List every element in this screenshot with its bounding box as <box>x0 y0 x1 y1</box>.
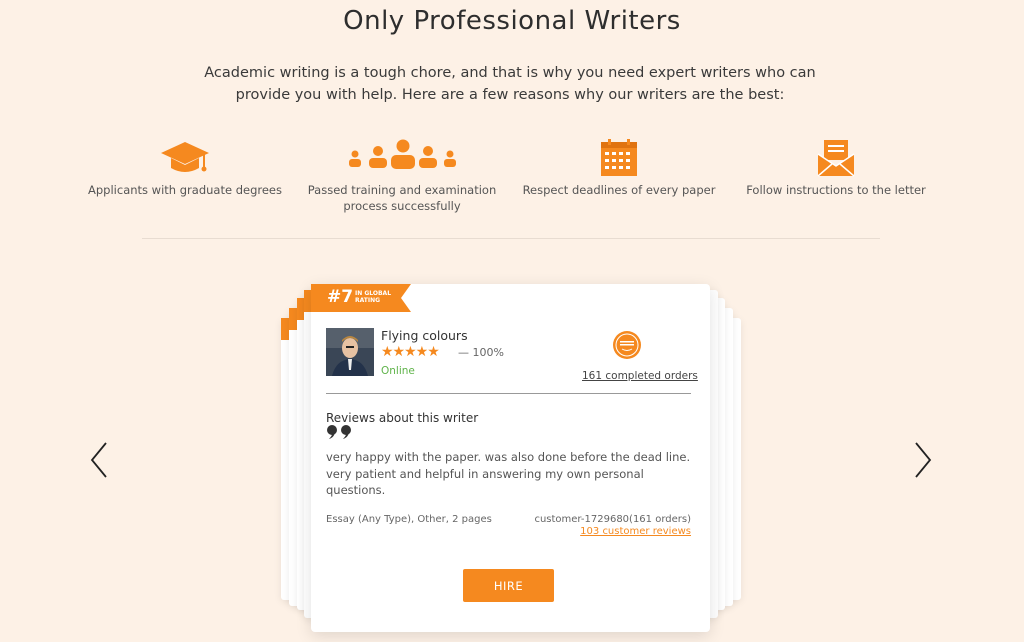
section-intro: Academic writing is a tough chore, and t… <box>204 65 816 103</box>
completed-orders-link[interactable]: 161 completed orders <box>582 370 698 382</box>
card-separator <box>326 393 691 394</box>
feature-label: Applicants with graduate degrees <box>88 183 282 197</box>
chevron-right-icon <box>915 442 932 478</box>
customer-reviews-link[interactable]: 103 customer reviews <box>580 526 691 537</box>
rank-ribbon: #7 IN GLOBAL RATING <box>311 284 411 312</box>
reviews-title: Reviews about this writer <box>326 411 479 425</box>
calendar-icon <box>514 138 724 178</box>
quote-icon <box>326 424 354 444</box>
customer-id: customer-1729680(161 orders) <box>534 514 691 525</box>
reliability-badge-icon <box>612 330 641 359</box>
rating-percentage: — 100% <box>458 346 504 359</box>
team-icon <box>300 138 504 178</box>
feature-training: Passed training and examination process … <box>300 138 504 214</box>
chevron-left-icon <box>90 442 107 478</box>
section-divider <box>142 238 880 239</box>
rating-stars: ★★★★★ <box>381 344 440 360</box>
section-title: Only Professional Writers <box>343 6 681 36</box>
writer-name: Flying colours <box>381 328 468 343</box>
feature-deadlines: Respect deadlines of every paper <box>514 138 724 198</box>
review-text: very happy with the paper. was also done… <box>326 450 691 497</box>
online-status: Online <box>381 365 415 377</box>
rank-number: #7 <box>327 287 354 307</box>
rank-caption: IN GLOBAL RATING <box>355 290 392 304</box>
feature-label: Passed training and examination process … <box>307 183 497 213</box>
feature-instructions: Follow instructions to the letter <box>736 138 936 198</box>
feature-graduate-degrees: Applicants with graduate degrees <box>80 138 290 198</box>
hire-button[interactable]: HIRE <box>463 569 554 602</box>
order-info: Essay (Any Type), Other, 2 pages <box>326 514 492 525</box>
writer-avatar <box>326 328 374 376</box>
feature-label: Follow instructions to the letter <box>746 183 926 197</box>
envelope-icon <box>736 138 936 178</box>
prev-arrow-button[interactable] <box>88 440 112 480</box>
feature-label: Respect deadlines of every paper <box>522 183 716 197</box>
graduation-cap-icon <box>80 138 290 178</box>
writer-card: #7 IN GLOBAL RATING Flying colours ★★★★★… <box>311 284 710 632</box>
next-arrow-button[interactable] <box>910 440 934 480</box>
